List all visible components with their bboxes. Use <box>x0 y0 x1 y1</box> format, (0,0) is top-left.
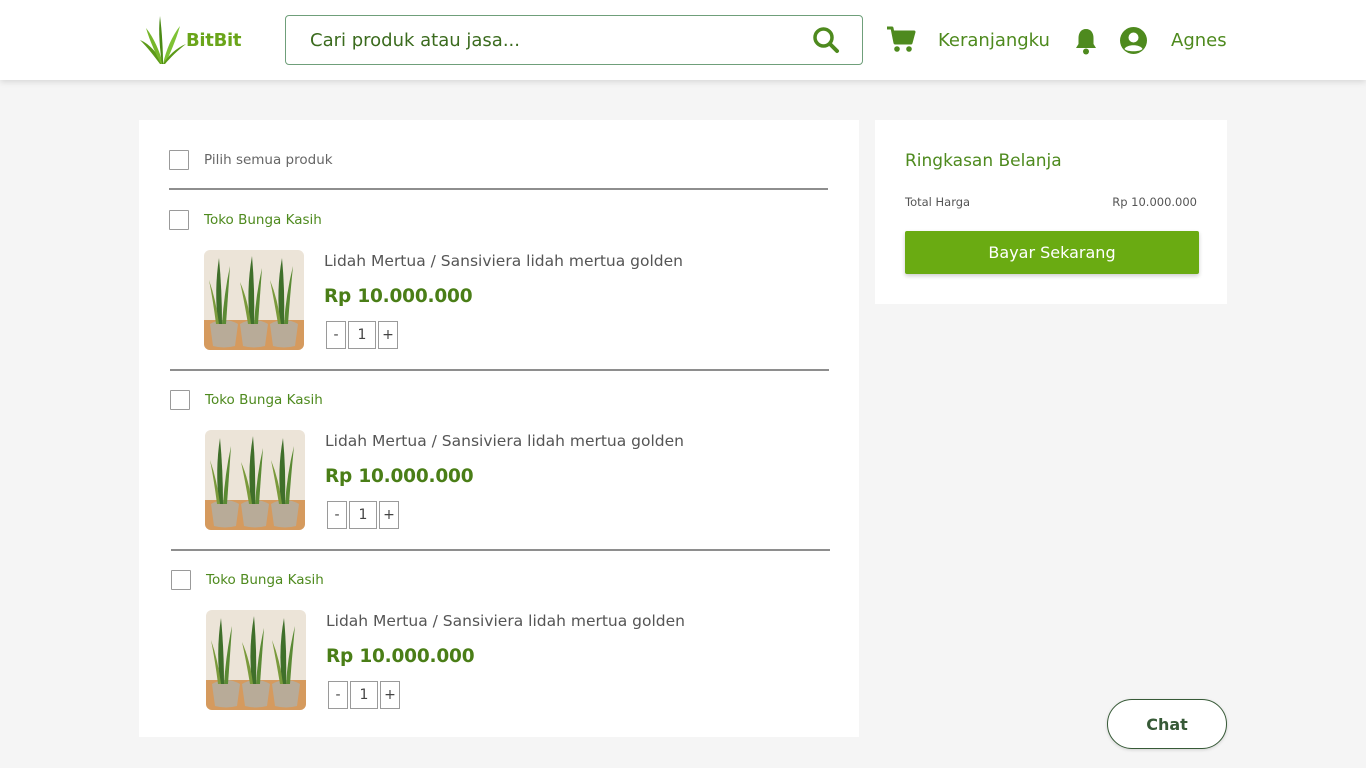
quantity-stepper: - + <box>328 681 400 709</box>
product-price: Rp 10.000.000 <box>326 646 475 667</box>
quantity-stepper: - + <box>326 321 398 349</box>
pay-now-button[interactable]: Bayar Sekarang <box>905 231 1199 274</box>
product-name[interactable]: Lidah Mertua / Sansiviera lidah mertua g… <box>325 432 684 450</box>
shopping-cart-icon[interactable] <box>886 26 916 54</box>
shop-checkbox[interactable] <box>171 570 191 590</box>
product-name[interactable]: Lidah Mertua / Sansiviera lidah mertua g… <box>324 252 683 270</box>
product-image[interactable] <box>204 250 304 350</box>
product-image[interactable] <box>205 430 305 530</box>
quantity-input[interactable] <box>350 681 378 709</box>
snake-plant-image <box>206 610 306 710</box>
search-input[interactable] <box>286 16 800 64</box>
quantity-stepper: - + <box>327 501 399 529</box>
shop-name[interactable]: Toko Bunga Kasih <box>206 572 324 588</box>
shop-name[interactable]: Toko Bunga Kasih <box>205 392 323 408</box>
quantity-input[interactable] <box>349 501 377 529</box>
shop-checkbox[interactable] <box>170 390 190 410</box>
decrease-quantity-button[interactable]: - <box>328 681 348 709</box>
user-avatar-icon[interactable] <box>1120 27 1147 54</box>
snake-plant-image <box>205 430 305 530</box>
snake-plant-image <box>204 250 304 350</box>
brand-name: BitBit <box>186 29 242 51</box>
shop-name[interactable]: Toko Bunga Kasih <box>204 212 322 228</box>
summary-title: Ringkasan Belanja <box>905 151 1062 171</box>
decrease-quantity-button[interactable]: - <box>326 321 346 349</box>
search-icon <box>813 27 839 53</box>
cart-link[interactable]: Keranjangku <box>938 30 1050 51</box>
user-name[interactable]: Agnes <box>1171 30 1227 51</box>
product-name[interactable]: Lidah Mertua / Sansiviera lidah mertua g… <box>326 612 685 630</box>
increase-quantity-button[interactable]: + <box>378 321 398 349</box>
divider <box>169 188 828 190</box>
cart-panel: Pilih semua produk Toko Bunga Kasih Lida… <box>139 120 859 737</box>
quantity-input[interactable] <box>348 321 376 349</box>
top-navbar: BitBit Keranjangku Agnes <box>0 0 1366 80</box>
product-price: Rp 10.000.000 <box>325 466 474 487</box>
product-price: Rp 10.000.000 <box>324 286 473 307</box>
total-price-label: Total Harga <box>905 195 971 209</box>
divider <box>170 369 829 371</box>
chat-button[interactable]: Chat <box>1107 699 1227 749</box>
bell-icon[interactable] <box>1074 27 1098 55</box>
shopping-summary: Ringkasan Belanja Total Harga Rp 10.000.… <box>875 120 1227 304</box>
increase-quantity-button[interactable]: + <box>380 681 400 709</box>
divider <box>171 549 830 551</box>
shop-checkbox[interactable] <box>169 210 189 230</box>
product-image[interactable] <box>206 610 306 710</box>
total-price-value: Rp 10.000.000 <box>1112 195 1197 209</box>
select-all-label: Pilih semua produk <box>204 152 333 168</box>
select-all-checkbox[interactable] <box>169 150 189 170</box>
brand-logo[interactable]: BitBit <box>138 14 242 66</box>
search-bar <box>285 15 863 65</box>
leaf-logo-icon <box>140 16 186 64</box>
increase-quantity-button[interactable]: + <box>379 501 399 529</box>
search-button[interactable] <box>800 16 852 64</box>
decrease-quantity-button[interactable]: - <box>327 501 347 529</box>
